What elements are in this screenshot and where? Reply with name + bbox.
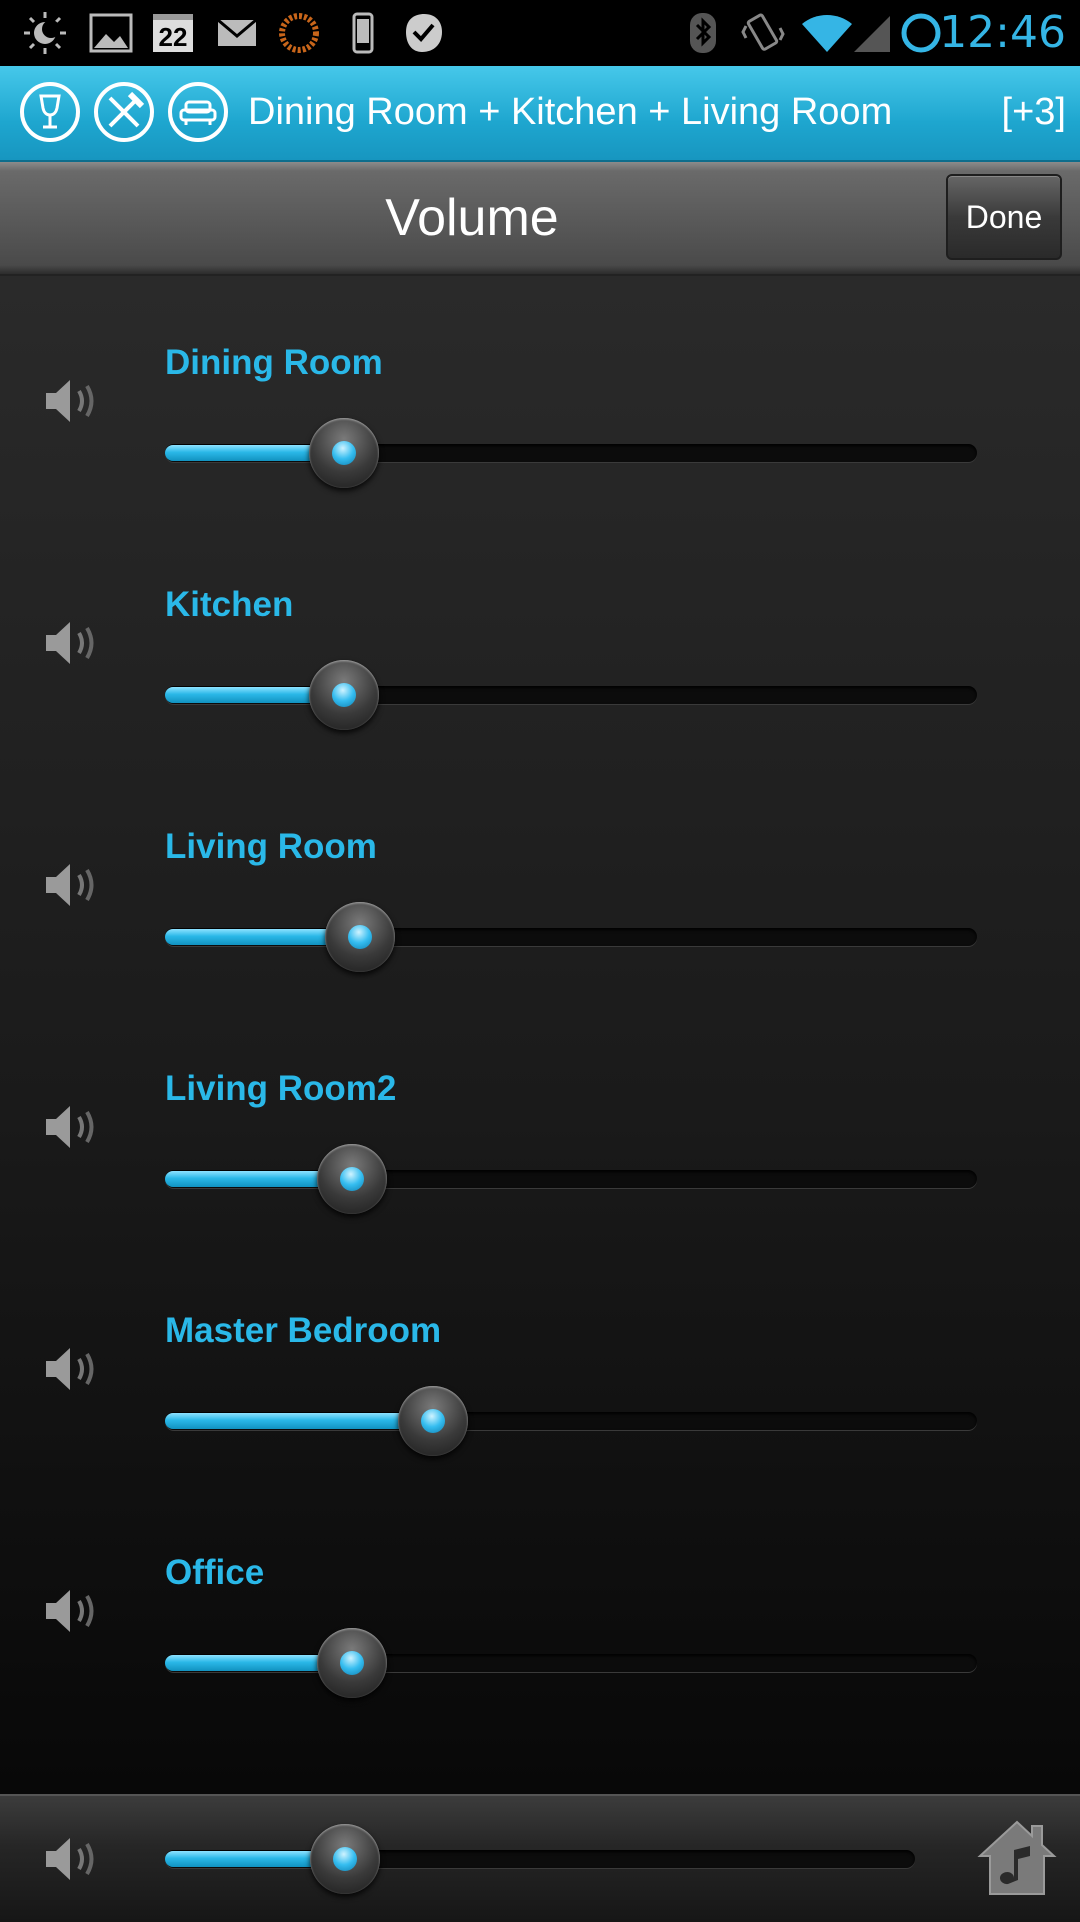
zone-volume-thumb[interactable] — [324, 902, 395, 972]
zone-volume-slider[interactable] — [165, 418, 977, 488]
zone-row: Office — [0, 1486, 1080, 1728]
zone-volume-slider[interactable] — [165, 1386, 977, 1456]
zone-volume-fill — [165, 1413, 433, 1429]
rooms-title[interactable]: Dining Room + Kitchen + Living Room — [248, 88, 892, 136]
vibrate-icon — [741, 13, 785, 51]
zone-volume-slider[interactable] — [165, 902, 977, 972]
zone-name: Dining Room — [165, 343, 383, 382]
circle-status-icon — [901, 13, 941, 53]
zone-row: Living Room — [0, 760, 1080, 1002]
speaker-icon[interactable] — [40, 608, 110, 678]
zone-row: Dining Room — [0, 276, 1080, 518]
phone-icon — [352, 12, 374, 54]
zone-name: Kitchen — [165, 585, 294, 624]
home-music-icon[interactable] — [972, 1812, 1062, 1902]
zone-name: Living Room2 — [165, 1069, 397, 1108]
fork-knife-icon[interactable] — [94, 82, 154, 142]
title-bar: Volume Done — [0, 162, 1080, 276]
master-volume-thumb[interactable] — [310, 1824, 380, 1894]
zone-row: Master Bedroom — [0, 1244, 1080, 1486]
zone-row: Living Room2 — [0, 1002, 1080, 1244]
signal-icon — [854, 16, 890, 52]
zone-volume-thumb[interactable] — [308, 418, 379, 488]
task-check-icon — [406, 14, 442, 52]
gallery-icon — [89, 13, 133, 53]
mail-icon — [217, 18, 257, 46]
wifi-icon — [802, 15, 852, 52]
zone-volume-slider[interactable] — [165, 660, 977, 730]
zone-volume-list: Dining Room Kitchen Living Room Living Room… — [0, 276, 1080, 1794]
master-speaker-icon[interactable] — [40, 1824, 110, 1894]
speaker-icon[interactable] — [40, 1334, 110, 1404]
zone-name: Living Room — [165, 827, 377, 866]
zone-name: Master Bedroom — [165, 1311, 442, 1350]
extra-rooms-count[interactable]: [+3] — [1002, 88, 1066, 136]
calendar-day: 22 — [159, 22, 188, 52]
weather-icon — [24, 12, 66, 54]
status-bar: 22 12:46 — [0, 0, 1080, 66]
zone-volume-slider[interactable] — [165, 1144, 977, 1214]
speaker-icon[interactable] — [40, 850, 110, 920]
master-volume-slider[interactable] — [165, 1824, 915, 1894]
zone-volume-thumb[interactable] — [308, 660, 379, 730]
master-volume-bar — [0, 1794, 1080, 1922]
zone-name: Office — [165, 1553, 265, 1592]
zone-volume-thumb[interactable] — [316, 1144, 387, 1214]
sofa-icon[interactable] — [168, 82, 228, 142]
room-header[interactable]: Dining Room + Kitchen + Living Room [+3] — [0, 66, 1080, 162]
zone-row: Kitchen — [0, 518, 1080, 760]
speaker-icon[interactable] — [40, 1092, 110, 1162]
sync-orange-icon — [279, 13, 319, 53]
zone-volume-slider[interactable] — [165, 1628, 977, 1698]
status-time: 12:46 — [939, 7, 1066, 58]
zone-volume-thumb[interactable] — [316, 1628, 387, 1698]
bluetooth-icon — [690, 13, 716, 53]
speaker-icon[interactable] — [40, 366, 110, 436]
speaker-icon[interactable] — [40, 1576, 110, 1646]
done-button[interactable]: Done — [946, 174, 1062, 260]
calendar-icon: 22 — [153, 14, 193, 52]
wine-glass-icon[interactable] — [20, 82, 80, 142]
zone-volume-thumb[interactable] — [397, 1386, 468, 1456]
page-title: Volume — [385, 189, 559, 247]
